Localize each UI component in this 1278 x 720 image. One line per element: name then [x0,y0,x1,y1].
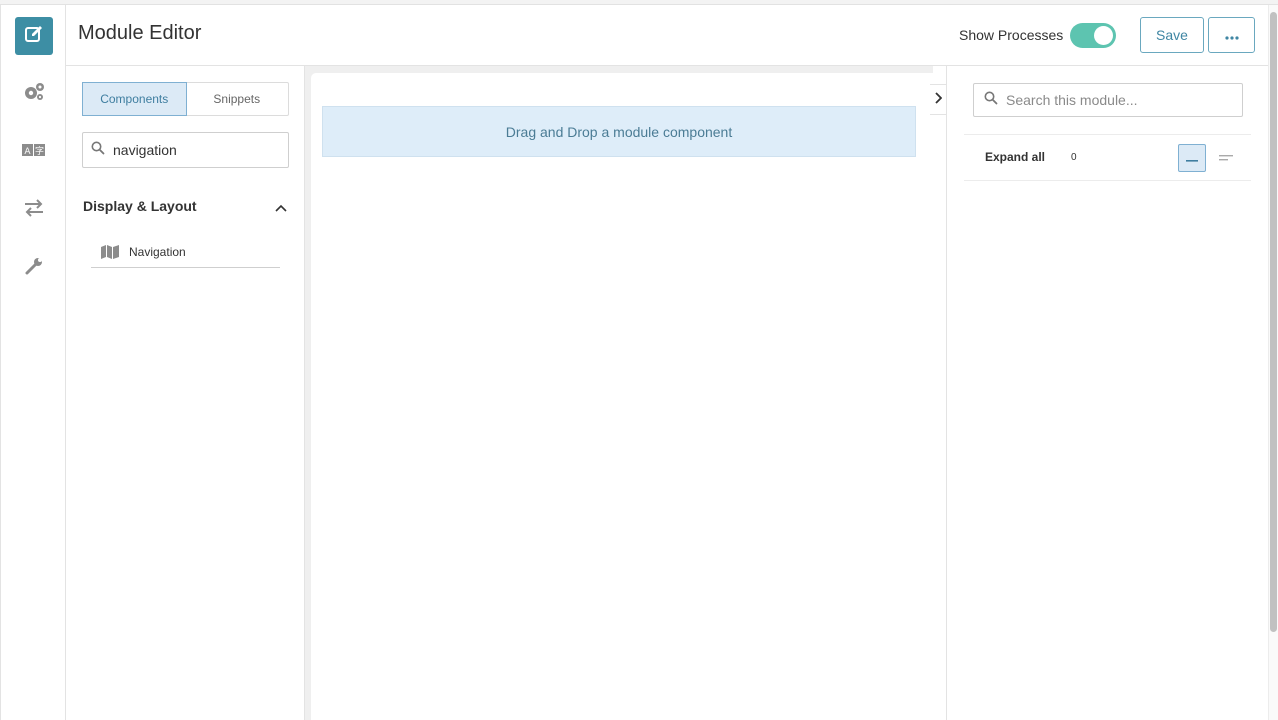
edit-icon [24,24,44,49]
tab-snippets[interactable]: Snippets [186,83,289,115]
section-title: Display & Layout [83,198,197,214]
chevron-right-icon [934,91,943,109]
icon-rail: A字 [0,5,66,720]
search-value: navigation [113,142,177,158]
sort-lines-icon [1219,150,1233,167]
more-options-button[interactable] [1208,17,1255,53]
svg-text:A: A [24,147,31,157]
section-collapse-toggle[interactable] [274,200,288,218]
rail-transfer-button[interactable] [15,191,53,229]
scrollbar-thumb[interactable] [1270,12,1277,632]
rail-tools-button[interactable] [15,249,53,287]
component-item-navigation[interactable]: Navigation [91,236,280,268]
collapse-all-button[interactable] [1178,144,1206,172]
wrench-icon [24,256,44,281]
ellipsis-icon [1224,27,1239,43]
toggle-knob [1094,26,1113,45]
page-title: Module Editor [78,22,202,44]
show-processes-label: Show Processes [959,27,1064,43]
module-search-input[interactable]: Search this module... [973,83,1243,117]
rail-edit-button[interactable] [15,17,53,55]
rail-translate-button[interactable]: A字 [15,133,53,171]
component-item-label: Navigation [129,244,186,259]
search-icon [91,141,105,160]
chevron-up-icon [274,200,288,217]
transfer-icon [23,198,45,222]
minus-icon [1186,149,1198,167]
translate-icon: A字 [22,142,46,163]
search-icon [984,91,998,110]
svg-text:字: 字 [35,145,44,157]
map-icon [101,244,119,259]
rail-settings-button[interactable] [15,75,53,113]
search-placeholder: Search this module... [1006,92,1138,108]
module-canvas[interactable] [311,73,933,720]
expand-all-button[interactable]: Expand all [985,150,1045,164]
gears-icon [22,81,46,108]
sort-button[interactable] [1219,150,1233,168]
panel-tab-switcher: Components Snippets [82,82,289,116]
component-search-input[interactable]: navigation [82,132,289,168]
save-button[interactable]: Save [1140,17,1204,53]
canvas-collapse-button[interactable] [930,84,947,115]
component-count: 0 [1071,152,1077,163]
show-processes-toggle[interactable] [1070,23,1116,48]
tab-components[interactable]: Components [82,82,187,116]
drop-zone[interactable]: Drag and Drop a module component [322,106,916,157]
window-top-edge [0,0,1278,5]
